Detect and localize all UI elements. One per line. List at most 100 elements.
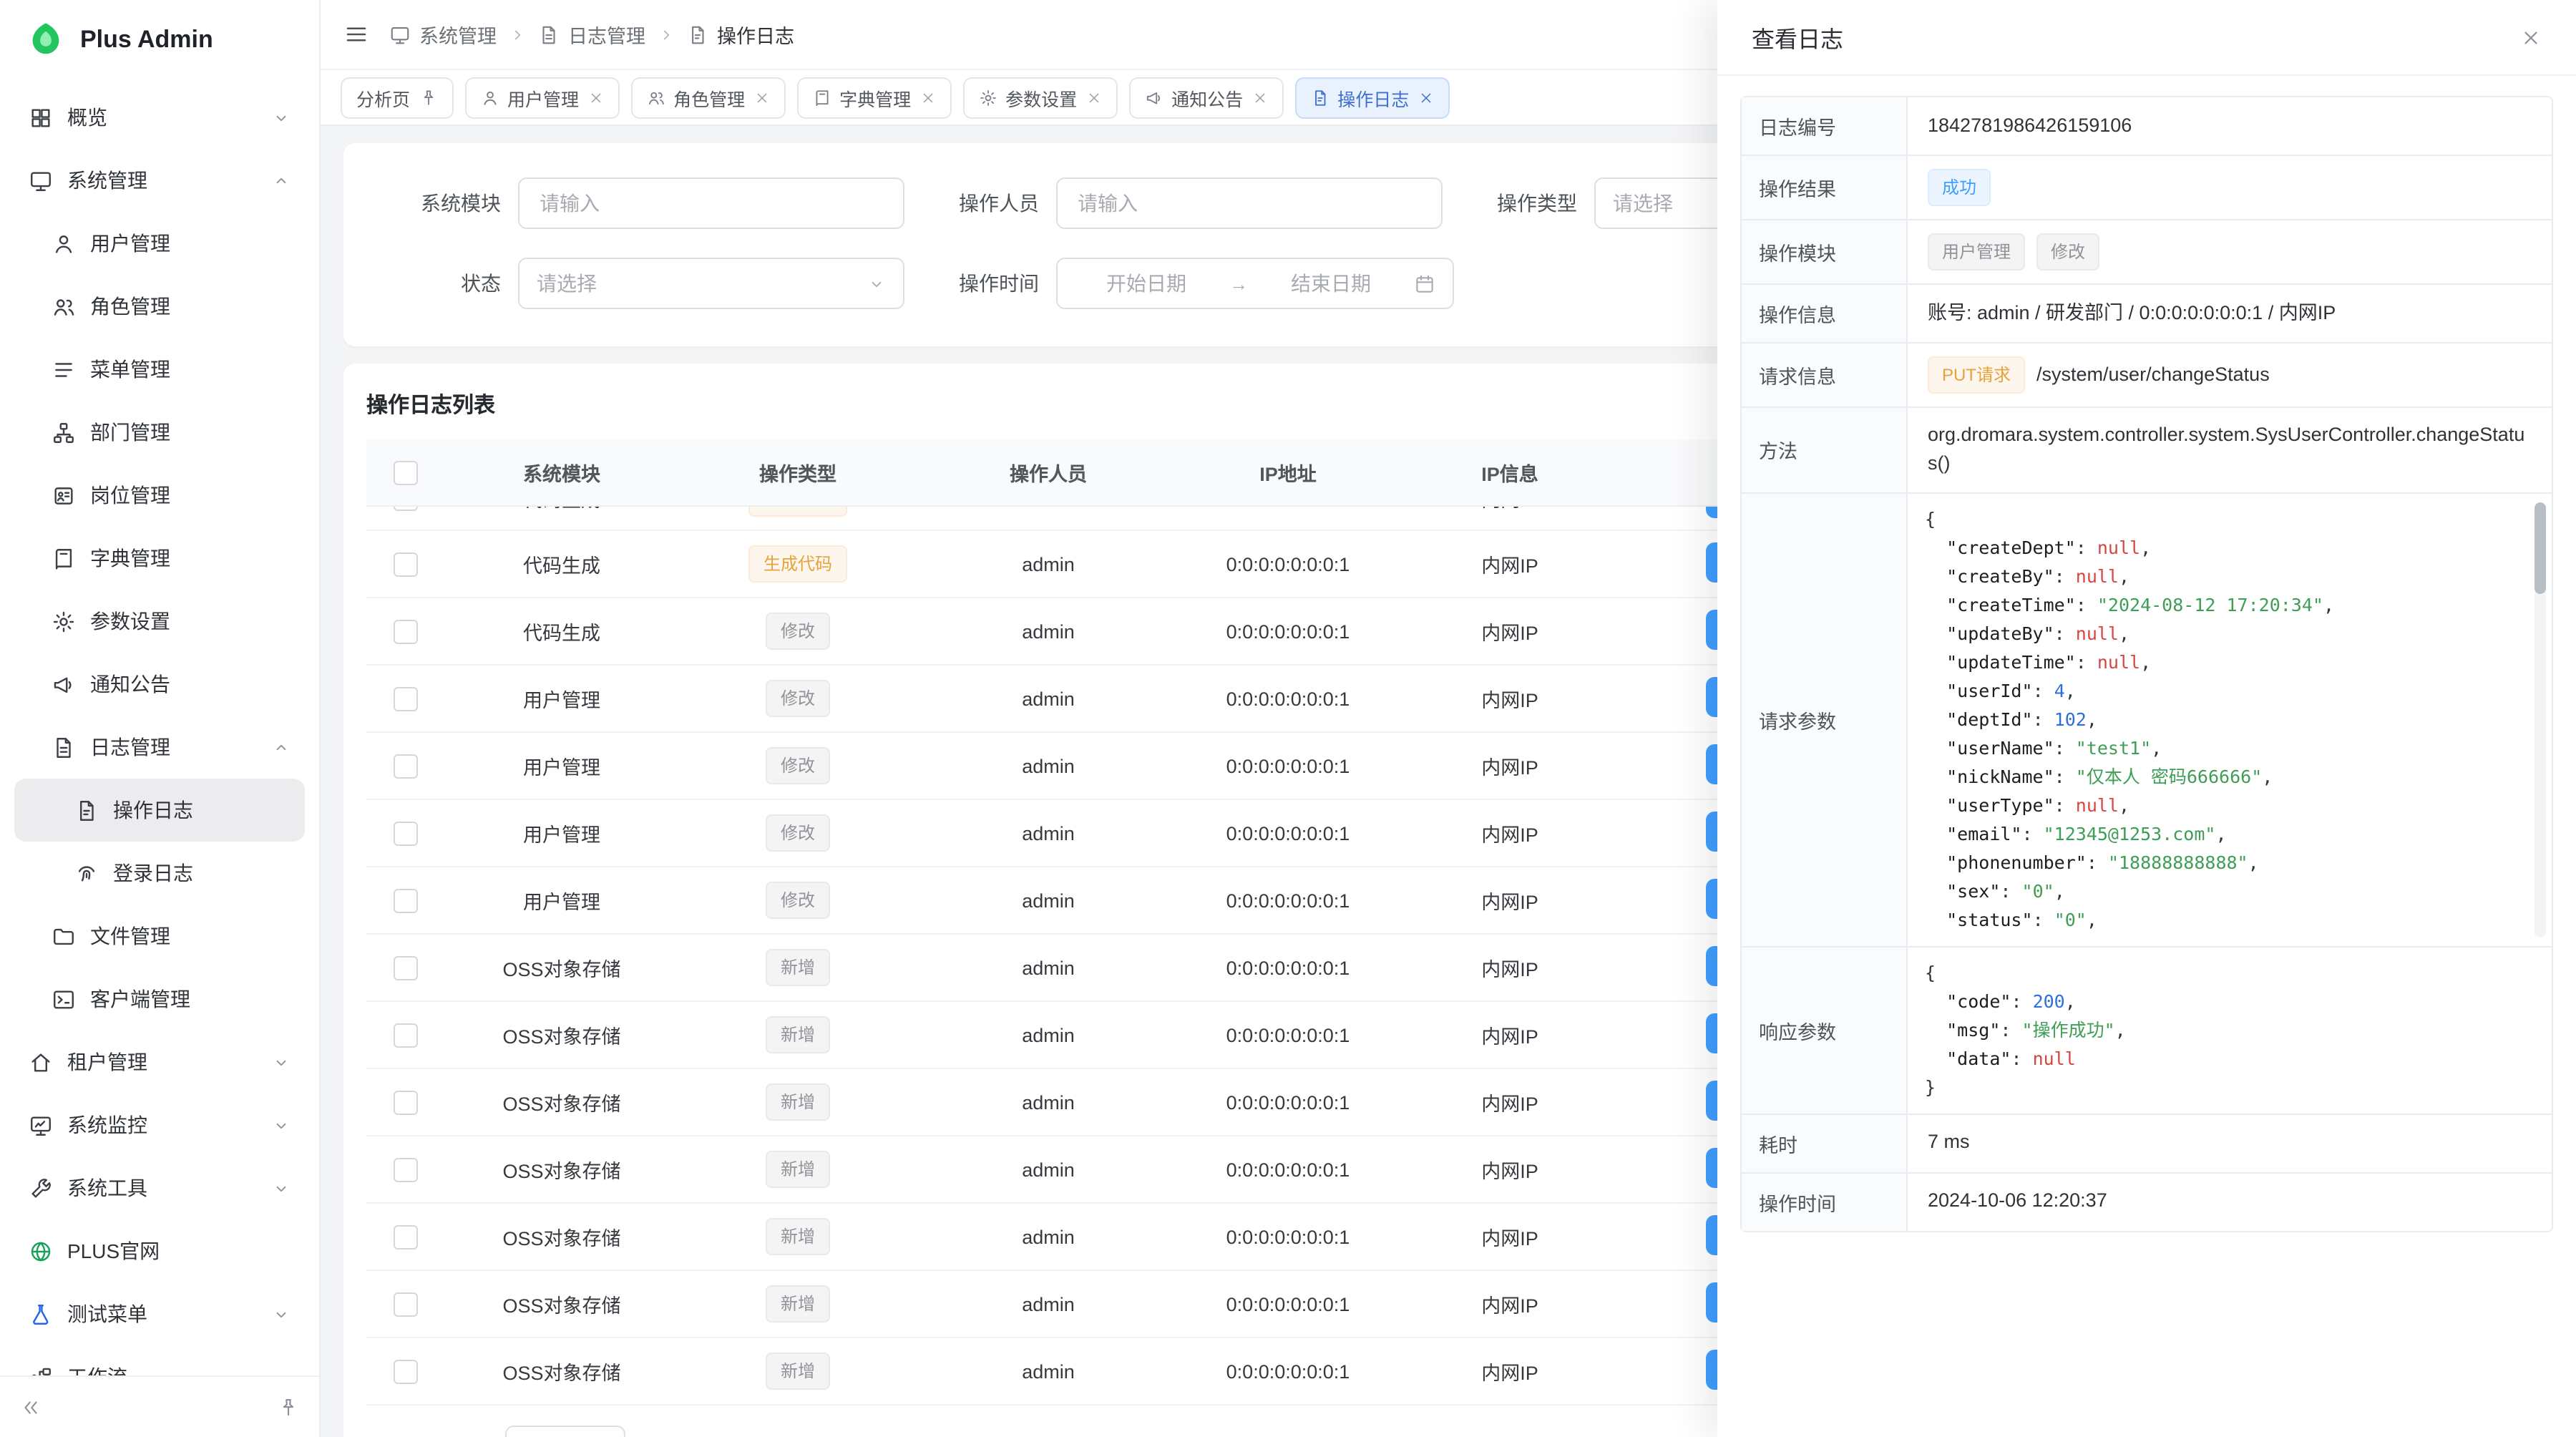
sidebar-item-test-menu[interactable]: 测试菜单 [14,1282,305,1345]
select-placeholder: 请选择 [537,269,597,298]
sidebar-item-system-mgmt[interactable]: 系统管理 [14,149,305,212]
pin-sidebar-icon[interactable] [278,1396,299,1418]
sidebar-item-log-mgmt[interactable]: 日志管理 [14,716,305,779]
sidebar-item-menu-mgmt[interactable]: 菜单管理 [14,338,305,401]
row-checkbox[interactable] [393,1359,417,1383]
sidebar-item-label: 系统管理 [67,166,258,195]
sidebar-item-workflow[interactable]: 工作流 [14,1345,305,1375]
cell-operator: admin [916,1136,1181,1203]
doc-icon [687,24,708,45]
page-size-select[interactable]: 20条/页 [505,1426,625,1437]
sidebar-item-overview[interactable]: 概览 [14,86,305,149]
hamburger-menu-icon[interactable] [343,21,369,47]
tab-close-icon[interactable] [753,89,769,105]
breadcrumb-item[interactable]: 日志管理 [538,20,645,49]
drawer-body: 日志编号1842781986426159106操作结果成功操作模块用户管理修改操… [1717,76,2576,1252]
close-icon[interactable] [2520,26,2542,48]
cell-ip: 0:0:0:0:0:0:0:1 [1181,1338,1395,1405]
row-checkbox[interactable] [393,686,417,711]
filter-daterange-time[interactable]: → [1056,258,1454,309]
tab-notice[interactable]: 通知公告 [1128,77,1283,118]
breadcrumb: 系统管理 日志管理 操作日志 [389,20,794,49]
chevron-right-icon [657,25,675,44]
cell-ip: 0:0:0:0:0:0:0:1 [1181,1270,1395,1338]
row-checkbox[interactable] [393,619,417,643]
tab-close-icon[interactable] [1085,89,1101,105]
cell-ip-info: 内网IP [1395,530,1624,598]
tab-close-icon[interactable] [587,89,603,105]
sidebar-item-notice[interactable]: 通知公告 [14,653,305,716]
cell-ip-info: 内网IP [1395,506,1624,530]
filter-input-operator[interactable] [1075,190,1424,216]
detail-label: 方法 [1742,408,1908,492]
cell-ip-info: 内网IP [1395,1068,1624,1136]
filter-input-module[interactable] [537,190,886,216]
row-checkbox[interactable] [393,506,417,510]
row-checkbox[interactable] [393,1292,417,1316]
logo[interactable]: Plus Admin [0,0,319,80]
sidebar-item-label: 概览 [67,103,258,132]
select-placeholder: 请选择 [1613,189,1673,218]
row-checkbox[interactable] [393,1157,417,1182]
sidebar-item-system-tools[interactable]: 系统工具 [14,1156,305,1219]
tab-close-icon[interactable] [919,89,935,105]
cell-operator: admin [916,732,1181,799]
sidebar-item-client-mgmt[interactable]: 客户端管理 [14,968,305,1031]
row-checkbox[interactable] [393,1090,417,1114]
drawer-header: 查看日志 [1717,0,2576,76]
sidebar-item-system-monitor[interactable]: 系统监控 [14,1093,305,1156]
filter-select-status[interactable]: 请选择 [518,258,904,309]
chevron-down-icon [272,1368,291,1375]
row-checkbox[interactable] [393,754,417,778]
collapse-sidebar-icon[interactable] [20,1396,42,1418]
tab-close-icon[interactable] [1418,89,1433,105]
row-checkbox[interactable] [393,821,417,845]
filter-label: 系统模块 [378,189,518,218]
sidebar-item-login-log[interactable]: 登录日志 [14,842,305,905]
sidebar-item-param-settings[interactable]: 参数设置 [14,590,305,653]
tab-operation-log[interactable]: 操作日志 [1294,77,1449,118]
select-all-checkbox[interactable] [393,460,417,484]
row-checkbox[interactable] [393,1023,417,1047]
tab-dict-mgmt[interactable]: 字典管理 [796,77,951,118]
org-icon [52,420,76,444]
book-icon [812,88,831,107]
tab-close-icon[interactable] [1252,89,1267,105]
log-detail-table: 日志编号1842781986426159106操作结果成功操作模块用户管理修改操… [1740,96,2553,1232]
sidebar-item-role-mgmt[interactable]: 角色管理 [14,275,305,338]
end-date-input[interactable] [1259,271,1402,296]
detail-label: 操作时间 [1742,1173,1908,1230]
sidebar-item-file-mgmt[interactable]: 文件管理 [14,905,305,968]
log-icon [52,735,76,759]
http-method-badge: PUT请求 [1928,356,2025,394]
breadcrumb-label: 日志管理 [568,20,645,49]
sidebar-item-dict-mgmt[interactable]: 字典管理 [14,527,305,590]
sidebar-item-user-mgmt[interactable]: 用户管理 [14,212,305,275]
sidebar-item-tenant-mgmt[interactable]: 租户管理 [14,1031,305,1093]
idcard-icon [52,483,76,507]
row-checkbox[interactable] [393,888,417,912]
flask-icon [29,1302,53,1326]
row-checkbox[interactable] [393,1224,417,1249]
cell-operator: admin [916,1270,1181,1338]
row-checkbox[interactable] [393,955,417,980]
tab-user-mgmt[interactable]: 用户管理 [464,77,619,118]
op-type-badge: 修改 [766,882,829,919]
breadcrumb-item[interactable]: 系统管理 [389,20,497,49]
tab-param-settings[interactable]: 参数设置 [962,77,1117,118]
code-scrollbar[interactable] [2534,502,2546,937]
sidebar-item-dept-mgmt[interactable]: 部门管理 [14,401,305,464]
tab-label: 操作日志 [1337,84,1409,111]
sidebar-item-plus-site[interactable]: PLUS官网 [14,1219,305,1282]
sidebar-item-operation-log[interactable]: 操作日志 [14,779,305,842]
row-checkbox[interactable] [393,552,417,576]
request-path: /system/user/changeStatus [2036,361,2270,390]
tab-role-mgmt[interactable]: 角色管理 [630,77,785,118]
op-type-badge: 修改 [766,680,829,717]
sidebar-item-post-mgmt[interactable]: 岗位管理 [14,464,305,527]
detail-row-response-params: 响应参数{ "code": 200, "msg": "操作成功", "data"… [1742,947,2552,1114]
tab-analysis[interactable]: 分析页 [341,77,453,118]
code-scrollbar-thumb[interactable] [2534,502,2546,593]
start-date-input[interactable] [1075,271,1218,296]
breadcrumb-item[interactable]: 操作日志 [687,20,794,49]
